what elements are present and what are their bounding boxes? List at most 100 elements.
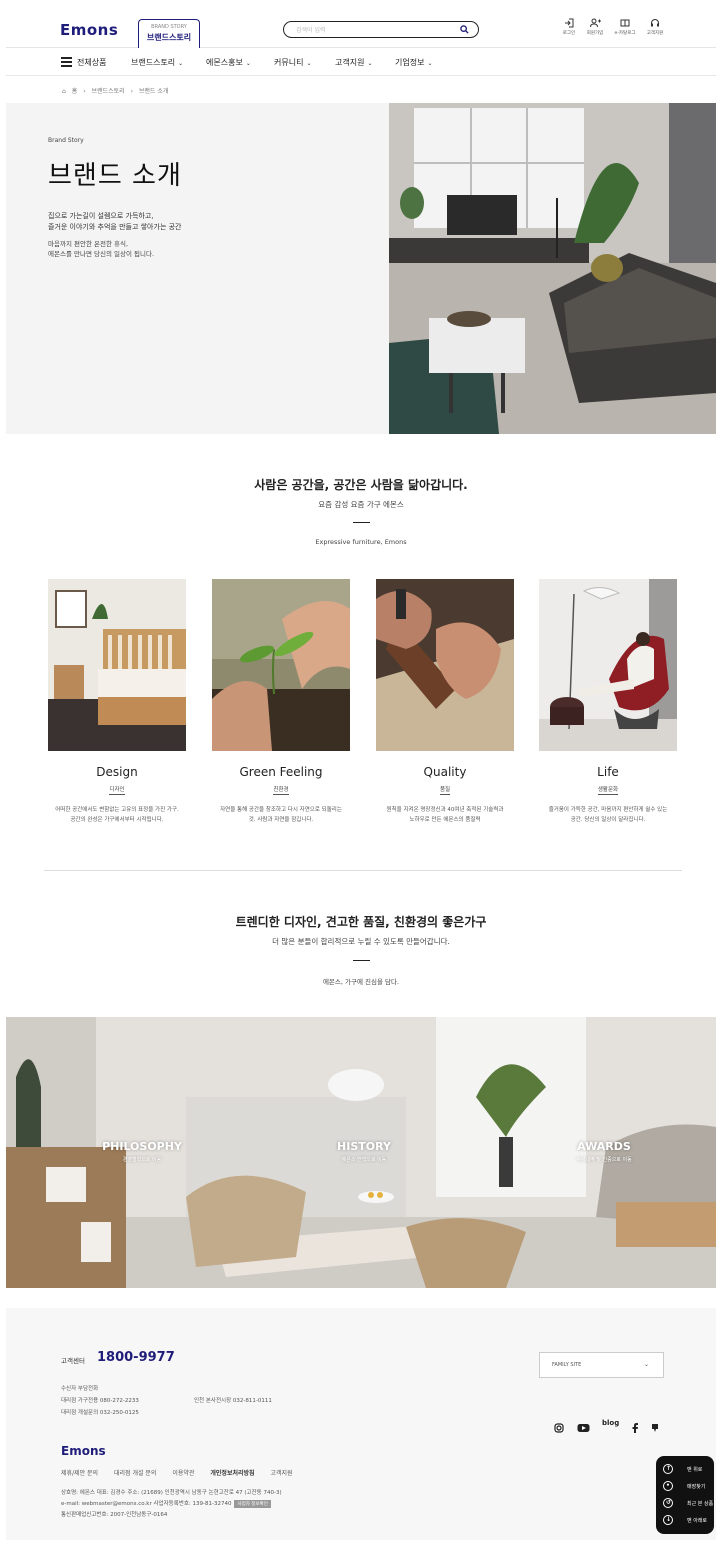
nav-item-brandstory[interactable]: 브랜드스토리 ⌄ (131, 57, 183, 68)
nav-all-products[interactable]: 전체상품 (77, 57, 106, 68)
brand-tab-label: 브랜드스토리 (146, 33, 192, 42)
section-title: 트렌디한 디자인, 견고한 품질, 친환경의 좋은가구 (235, 915, 487, 929)
support-link[interactable]: 고객지원 (644, 18, 666, 36)
history-icon: ↺ (663, 1498, 673, 1508)
divider-dash (353, 960, 370, 961)
recent-items-button[interactable]: ↺ 최근 본 상품 (663, 1497, 713, 1511)
footer-link[interactable]: 제휴/제안 문의 (61, 1470, 98, 1477)
nav-label: 고객지원 (335, 58, 365, 67)
menu-icon[interactable] (61, 57, 72, 69)
banner-link-sub: 에몬스 연혁으로 이동 (341, 1157, 387, 1163)
card-title: Design (96, 765, 138, 779)
breadcrumb: ⌂ 홈 › 브랜드스토리 › 브랜드 소개 (62, 86, 172, 95)
arrow-up-icon: ↑ (663, 1464, 673, 1474)
section-caption: Expressive furniture, Emons (315, 538, 407, 546)
showroom-phone: 인천 본사전시장 032-811-0111 (194, 1398, 272, 1404)
banner-link-title: AWARDS (577, 1140, 631, 1153)
agency-phone: 대리점 가구전용 080-272-2233 (61, 1398, 139, 1404)
breadcrumb-current: 브랜드 소개 (138, 88, 169, 95)
footer-logo[interactable]: Emons (61, 1444, 106, 1458)
instagram-icon[interactable] (554, 1418, 564, 1437)
nav-item-support[interactable]: 고객지원 ⌄ (335, 57, 372, 68)
quick-label: 맨 아래로 (687, 1518, 707, 1524)
value-card-design: Design 디자인 어떠한 공간에서도 변함없는 고유의 표정을 가진 가구.… (48, 579, 186, 825)
home-icon[interactable]: ⌂ (62, 88, 66, 95)
kakao-story-icon[interactable] (651, 1418, 659, 1437)
ecatalog-link[interactable]: e-카탈로그 (614, 18, 636, 36)
hero-body-line: 에몬스를 만나면 당신의 일상이 됩니다. (48, 250, 155, 258)
logo[interactable]: Emons (60, 21, 118, 39)
design-bedroom-image (48, 579, 186, 751)
breadcrumb-separator: › (130, 88, 133, 95)
awards-link[interactable]: AWARDS 수상내역 및 인증으로 이동 (548, 1140, 660, 1163)
support-label: 고객지원 (646, 31, 664, 36)
breadcrumb-home[interactable]: 홈 (72, 88, 78, 95)
login-link[interactable]: 로그인 (558, 18, 580, 36)
section-subtitle: 요즘 감성 요즘 가구 에몬스 (318, 500, 404, 509)
chevron-down-icon: ⌄ (306, 60, 312, 67)
page-title: 브랜드 소개 (48, 161, 182, 191)
section-subtitle: 더 많은 분들이 합리적으로 누릴 수 있도록 만들어갑니다. (272, 937, 450, 946)
ecatalog-label: e-카탈로그 (614, 31, 636, 36)
search-icon[interactable] (460, 25, 469, 34)
card-subtitle: 친환경 (273, 787, 289, 795)
company-info: 상호명: 에몬스 대표: 김경수 주소: (21689) 인천광역시 남동구 논… (61, 1490, 282, 1496)
customer-center-number[interactable]: 1800-9977 (97, 1350, 175, 1365)
footer-link[interactable]: 대리점 개설 문의 (114, 1470, 156, 1477)
scroll-top-button[interactable]: ↑ 맨 위로 (663, 1463, 709, 1477)
chevron-down-icon: ⌄ (643, 1361, 649, 1368)
youtube-icon[interactable] (577, 1418, 590, 1437)
footer-link[interactable]: 이용약관 (172, 1470, 194, 1477)
history-link[interactable]: HISTORY 에몬스 연혁으로 이동 (308, 1140, 420, 1163)
hero-body-line: 마음까지 편안한 온전한 휴식, (48, 240, 129, 248)
nav-item-company[interactable]: 기업정보 ⌄ (395, 57, 432, 68)
store-finder-button[interactable]: • 매장찾기 (663, 1480, 709, 1494)
location-pin-icon: • (663, 1481, 673, 1491)
family-site-select[interactable]: FAMILY SITE ⌄ (539, 1352, 664, 1378)
quick-label: 매장찾기 (687, 1484, 706, 1490)
philosophy-link[interactable]: PHILOSOPHY 경영철학으로 이동 (86, 1140, 198, 1163)
breadcrumb-separator: › (83, 88, 86, 95)
search-input[interactable]: 검색어 입력 (283, 21, 479, 38)
green-seedling-image (212, 579, 350, 751)
signup-label: 회원가입 (586, 31, 604, 36)
card-title: Green Feeling (239, 765, 323, 779)
brand-story-tab[interactable]: BRAND STORY 브랜드스토리 (138, 19, 200, 48)
breadcrumb-brandstory[interactable]: 브랜드스토리 (92, 88, 125, 95)
business-info-button[interactable]: 사업자 정보확인 (234, 1500, 271, 1508)
ecommerce-license: 통신판매업신고번호: 2007-인천남동구-0164 (61, 1512, 168, 1518)
agency-open-phone: 대리점 개설문의 032-250-0125 (61, 1410, 139, 1416)
nav-label: 커뮤니티 (274, 58, 304, 67)
facebook-icon[interactable] (631, 1418, 639, 1437)
hero-intro: 집으로 가는길이 설렘으로 가득하고, 즐거운 이야기와 추억을 만들고 쌓아가… (48, 211, 248, 233)
value-card-quality: Quality 품질 원칙을 지켜온 명장정신과 40여년 축적된 기술력과 노하… (376, 579, 514, 825)
hero-eyebrow: Brand Story (48, 137, 84, 144)
section-caption: 에몬스, 가구에 진심을 담다. (322, 978, 400, 986)
hero-section: Brand Story 브랜드 소개 집으로 가는길이 설렘으로 가득하고, 즐… (6, 103, 716, 434)
footer-link[interactable]: 고객지원 (270, 1470, 292, 1477)
chevron-down-icon: ⌄ (427, 60, 433, 67)
section-title: 사람은 공간을, 공간은 사람을 닮아갑니다. (254, 478, 468, 492)
site-footer: 고객센터 1800-9977 수신자 부담전화 대리점 가구전용 080-272… (6, 1308, 716, 1540)
life-recliner-image (539, 579, 677, 751)
chevron-down-icon: ⌄ (367, 60, 373, 67)
nav-item-community[interactable]: 커뮤니티 ⌄ (274, 57, 311, 68)
scroll-bottom-button[interactable]: ↓ 맨 아래로 (663, 1514, 709, 1528)
headset-icon (651, 19, 659, 27)
value-card-green: Green Feeling 친환경 자연을 통해 공간을 창조하고 다시 자연으… (212, 579, 350, 825)
signup-link[interactable]: 회원가입 (584, 18, 606, 36)
family-site-label: FAMILY SITE (552, 1362, 582, 1368)
card-subtitle: 디자인 (109, 787, 125, 795)
site-header: Emons BRAND STORY 브랜드스토리 검색어 입력 로그인 회원가입… (6, 10, 716, 48)
card-title: Quality (423, 765, 467, 779)
footer-link-privacy[interactable]: 개인정보처리방침 (210, 1470, 254, 1477)
nav-item-pr[interactable]: 에몬스홍보 ⌄ (206, 57, 251, 68)
divider-dash (353, 522, 370, 523)
chevron-down-icon: ⌄ (245, 60, 251, 67)
hero-living-room-image (389, 103, 716, 434)
blog-link[interactable]: blog (602, 1419, 619, 1427)
card-description: 어떠한 공간에서도 변함없는 고유의 표정을 가진 가구. 공간의 완성은 가구에… (55, 807, 179, 823)
footer-links: 제휴/제안 문의 대리점 개설 문의 이용약관 개인정보처리방침 고객지원 (61, 1468, 307, 1477)
card-description: 즐거움이 가득한 공간, 마음까지 편안하게 쉴수 있는 공간. 당신의 일상이 … (548, 807, 668, 823)
chevron-down-icon: ⌄ (178, 60, 184, 67)
